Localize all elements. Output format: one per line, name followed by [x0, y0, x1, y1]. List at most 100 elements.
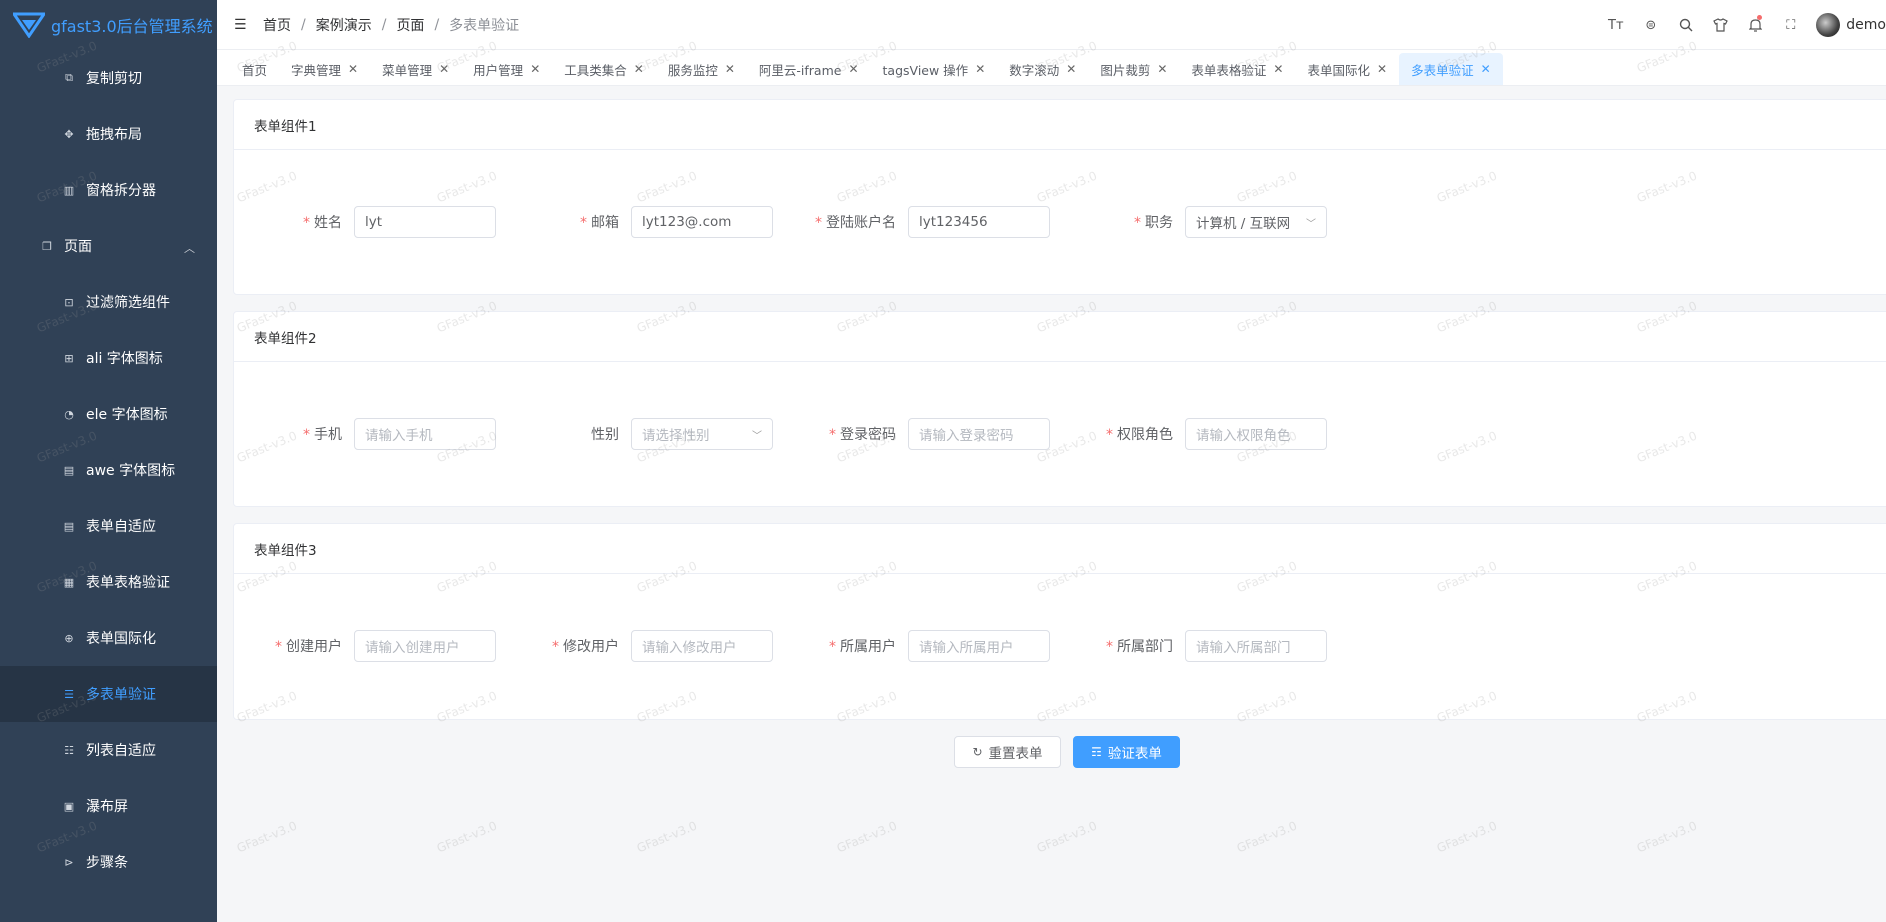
close-icon[interactable]: ✕: [975, 62, 985, 76]
phone-input[interactable]: 请输入手机: [354, 418, 496, 450]
fullscreen-icon[interactable]: ⛶: [1773, 0, 1808, 50]
sidebar-item-multi-form[interactable]: ☰ 多表单验证: [0, 666, 217, 722]
field-label-text: 手机: [314, 427, 342, 443]
sidebar: gfast3.0后台管理系统 ⧉ 复制剪切 ✥ 拖拽布局 ▥ 窗格拆分器 ❐ 页面 ︿ ⊡…: [0, 0, 217, 922]
form-item-account: * 登陆账户名 lyt123456: [788, 206, 1050, 238]
name-input[interactable]: lyt: [354, 206, 496, 238]
form-card-1: 表单组件1 * 姓名 lyt * 邮箱 lyt123@.com * 登陆账户名 lyt…: [233, 99, 1886, 295]
tab-menu[interactable]: 菜单管理 ✕: [370, 53, 461, 85]
tab-tools[interactable]: 工具类集合 ✕: [552, 53, 656, 85]
tab-dict[interactable]: 字典管理 ✕: [279, 53, 370, 85]
gift-icon: ⊞: [64, 351, 74, 365]
sidebar-item-ali-icons[interactable]: ⊞ ali 字体图标: [0, 330, 217, 386]
tab-home[interactable]: 首页: [230, 53, 279, 85]
theme-shirt-icon[interactable]: [1703, 0, 1738, 50]
password-input[interactable]: 请输入登录密码: [908, 418, 1050, 450]
tab-label: 首页: [242, 62, 268, 78]
tab-tagsview[interactable]: tagsView 操作 ✕: [871, 53, 998, 85]
sidebar-item-filter[interactable]: ⊡ 过滤筛选组件: [0, 274, 217, 330]
breadcrumb-item[interactable]: 首页: [263, 15, 291, 35]
notification-bell-icon[interactable]: [1738, 0, 1773, 50]
chevron-down-icon: ﹀: [752, 430, 762, 442]
menu-toggle-icon[interactable]: ☰: [234, 17, 250, 33]
user-menu[interactable]: demo: [1816, 13, 1886, 37]
close-icon[interactable]: ✕: [1481, 62, 1491, 76]
role-input[interactable]: 请输入权限角色: [1185, 418, 1327, 450]
button-label: 验证表单: [1107, 746, 1162, 762]
tab-label: 用户管理: [473, 62, 524, 78]
sidebar-item-form-i18n[interactable]: ⊕ 表单国际化: [0, 610, 217, 666]
modifier-input[interactable]: 请输入修改用户: [631, 630, 773, 662]
required-mark: *: [1106, 639, 1113, 655]
search-icon[interactable]: [1668, 0, 1703, 50]
tab-cropper[interactable]: 图片裁剪 ✕: [1088, 53, 1179, 85]
field-label-text: 姓名: [314, 215, 342, 231]
username: demo: [1846, 17, 1886, 33]
tab-monitor[interactable]: 服务监控 ✕: [656, 53, 747, 85]
tab-countup[interactable]: 数字滚动 ✕: [997, 53, 1088, 85]
gender-select[interactable]: 请选择性别 ﹀: [631, 418, 773, 450]
app-title: gfast3.0后台管理系统: [51, 17, 213, 36]
creator-input[interactable]: 请输入创建用户: [354, 630, 496, 662]
sidebar-item-waterfall[interactable]: ▣ 瀑布屏: [0, 778, 217, 834]
owner-input[interactable]: 请输入所属用户: [908, 630, 1050, 662]
font-size-icon[interactable]: Tт: [1598, 0, 1633, 50]
breadcrumb: 首页 / 案例演示 / 页面 / 多表单验证: [263, 15, 519, 35]
job-select[interactable]: 计算机 / 互联网 ﹀: [1185, 206, 1327, 238]
validate-form-button[interactable]: ☶ 验证表单: [1073, 736, 1180, 768]
field-label-text: 性别: [591, 427, 619, 443]
required-mark: *: [1134, 215, 1141, 231]
close-icon[interactable]: ✕: [1377, 62, 1387, 76]
email-input[interactable]: lyt123@.com: [631, 206, 773, 238]
sidebar-item-ele-icons[interactable]: ◔ ele 字体图标: [0, 386, 217, 442]
reset-form-button[interactable]: ↻ 重置表单: [954, 736, 1061, 768]
close-icon[interactable]: ✕: [530, 62, 540, 76]
close-icon[interactable]: ✕: [725, 62, 735, 76]
sidebar-item-label: 过滤筛选组件: [86, 295, 170, 311]
sidebar-item-steps[interactable]: ⊳ 步骤条: [0, 834, 217, 890]
avatar: [1816, 13, 1841, 37]
sidebar-item-label: awe 字体图标: [86, 463, 176, 479]
close-icon[interactable]: ✕: [348, 62, 358, 76]
sidebar-item-awe-icons[interactable]: ▤ awe 字体图标: [0, 442, 217, 498]
tab-form-table[interactable]: 表单表格验证 ✕: [1179, 53, 1295, 85]
close-icon[interactable]: ✕: [1157, 62, 1167, 76]
sidebar-item-list-adapt[interactable]: ☷ 列表自适应: [0, 722, 217, 778]
tab-user[interactable]: 用户管理 ✕: [461, 53, 552, 85]
breadcrumb-separator: /: [301, 16, 306, 33]
field-label-text: 权限角色: [1117, 427, 1173, 443]
sidebar-group-page[interactable]: ❐ 页面 ︿: [0, 218, 217, 274]
sidebar-item-drag-layout[interactable]: ✥ 拖拽布局: [0, 106, 217, 162]
field-label-text: 邮箱: [591, 215, 619, 231]
close-icon[interactable]: ✕: [634, 62, 644, 76]
close-icon[interactable]: ✕: [1066, 62, 1076, 76]
field-label: * 所属用户: [788, 636, 908, 656]
close-icon[interactable]: ✕: [848, 62, 858, 76]
department-input[interactable]: 请输入所属部门: [1185, 630, 1327, 662]
field-label: * 职务: [1065, 212, 1185, 232]
tab-multi-form[interactable]: 多表单验证 ✕: [1399, 53, 1503, 85]
sidebar-item-form-table[interactable]: ▦ 表单表格验证: [0, 554, 217, 610]
field-label: * 邮箱: [511, 212, 631, 232]
sidebar-item-form-adapt[interactable]: ▤ 表单自适应: [0, 498, 217, 554]
language-icon[interactable]: ⊜: [1633, 0, 1668, 50]
sidebar-item-split-pane[interactable]: ▥ 窗格拆分器: [0, 162, 217, 218]
form-card-title: 表单组件2: [234, 312, 1886, 362]
breadcrumb-item[interactable]: 页面: [396, 15, 424, 35]
tab-iframe[interactable]: 阿里云-iframe ✕: [747, 53, 871, 85]
tab-label: tagsView 操作: [882, 62, 969, 78]
account-input[interactable]: lyt123456: [908, 206, 1050, 238]
watermark-text: GFast-v3.0: [434, 818, 499, 856]
breadcrumb-item[interactable]: 案例演示: [316, 15, 372, 35]
tags-view: 首页 字典管理 ✕ 菜单管理 ✕ 用户管理 ✕ 工具类集合 ✕ 服务监控 ✕ 阿里云-if…: [217, 50, 1886, 86]
close-icon[interactable]: ✕: [439, 62, 449, 76]
close-icon[interactable]: ✕: [1273, 62, 1283, 76]
form-card-title: 表单组件3: [234, 524, 1886, 574]
page-icon: ❐: [42, 239, 52, 253]
tab-label: 服务监控: [667, 62, 718, 78]
tab-form-i18n[interactable]: 表单国际化 ✕: [1295, 53, 1399, 85]
breadcrumb-separator: /: [434, 16, 440, 33]
sidebar-item-copy-cut[interactable]: ⧉ 复制剪切: [0, 50, 217, 106]
validate-icon: ☶: [1091, 745, 1102, 759]
app-logo[interactable]: gfast3.0后台管理系统: [0, 0, 217, 50]
